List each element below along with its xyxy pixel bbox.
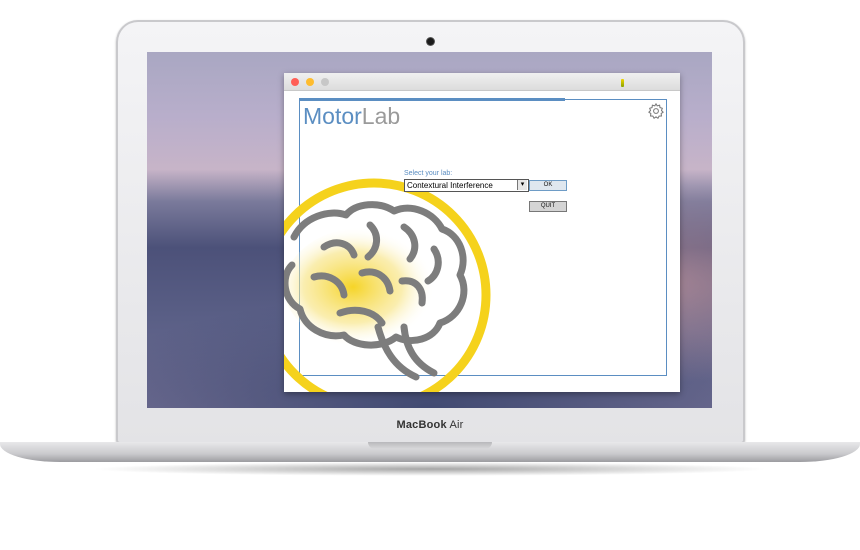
quit-button[interactable]: QUIT bbox=[529, 201, 567, 212]
laptop-notch bbox=[368, 442, 492, 449]
model-name: Air bbox=[449, 419, 464, 431]
logo-lab: Lab bbox=[361, 103, 401, 129]
minimize-window-button[interactable] bbox=[306, 78, 314, 86]
lab-select-value: Contextural Interference bbox=[407, 181, 493, 190]
gear-icon[interactable] bbox=[647, 102, 665, 120]
lab-select-label: Select your lab: bbox=[404, 170, 453, 177]
lab-select[interactable]: Contextural Interference bbox=[404, 179, 529, 192]
chevron-down-icon[interactable]: ▾ bbox=[517, 180, 527, 190]
close-window-button[interactable] bbox=[291, 78, 299, 86]
brain-illustration bbox=[284, 178, 491, 392]
app-icon bbox=[621, 79, 624, 87]
app-logo: MotorLab bbox=[303, 103, 400, 129]
brand-name: MacBook bbox=[396, 419, 447, 431]
laptop-shadow bbox=[90, 462, 770, 476]
zoom-window-button[interactable] bbox=[321, 78, 329, 86]
loading-progress-bar bbox=[299, 98, 565, 101]
camera bbox=[427, 38, 434, 45]
logo-motor: Motor bbox=[303, 103, 362, 129]
ok-button[interactable]: OK bbox=[529, 180, 567, 191]
laptop-brand: MacBook Air bbox=[0, 419, 860, 431]
window-titlebar[interactable] bbox=[284, 73, 680, 91]
